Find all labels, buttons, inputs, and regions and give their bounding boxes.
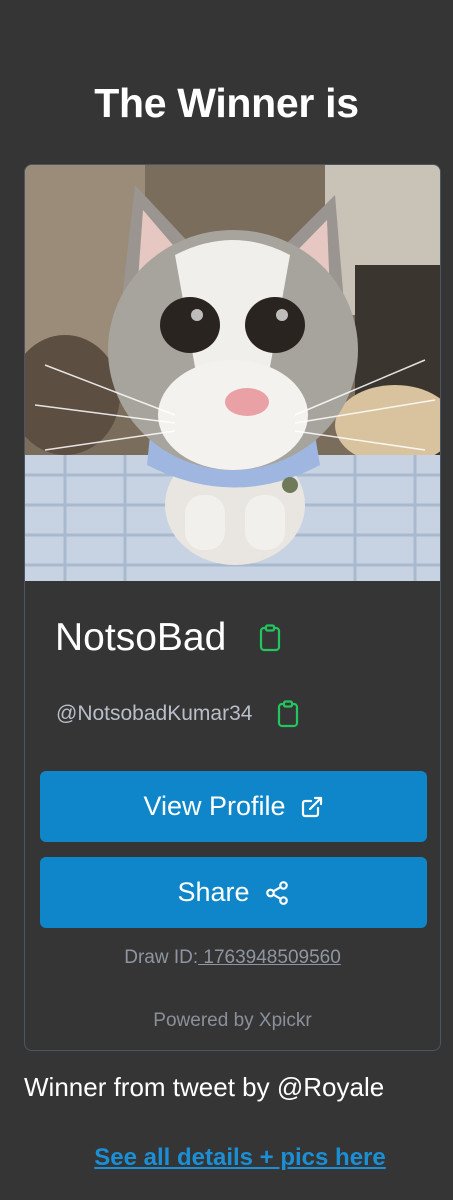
clipboard-icon xyxy=(278,700,299,728)
winner-handle: @NotsobadKumar34 xyxy=(56,702,253,725)
draw-id-link[interactable]: 1763948509560 xyxy=(198,947,340,968)
copy-name-button[interactable] xyxy=(256,624,284,652)
copy-handle-button[interactable] xyxy=(274,700,302,728)
winner-page: The Winner is NotsoBad @NotsobadKumar34 … xyxy=(0,0,453,1200)
draw-id: Draw ID: 1763948509560 xyxy=(25,947,440,969)
winner-name: NotsoBad xyxy=(55,616,227,659)
powered-by: Powered by Xpickr xyxy=(153,1010,312,1031)
share-label: Share xyxy=(177,877,250,907)
share-button[interactable]: Share xyxy=(40,857,427,928)
external-link-icon xyxy=(300,795,324,819)
share-icon xyxy=(264,880,290,906)
winner-handle-row: @NotsobadKumar34 xyxy=(56,698,302,730)
winner-photo xyxy=(25,165,440,581)
page-title: The Winner is xyxy=(94,80,359,126)
view-profile-label: View Profile xyxy=(143,791,286,821)
draw-id-label: Draw ID: xyxy=(124,947,199,968)
see-details-link[interactable]: See all details + pics here xyxy=(0,1144,453,1172)
winner-name-row: NotsoBad xyxy=(55,613,284,663)
winner-card: NotsoBad @NotsobadKumar34 View Profile S… xyxy=(24,164,441,1051)
view-profile-button[interactable]: View Profile xyxy=(40,771,427,842)
tweet-source-text: Winner from tweet by @Royale xyxy=(24,1072,385,1102)
clipboard-icon xyxy=(260,624,281,652)
